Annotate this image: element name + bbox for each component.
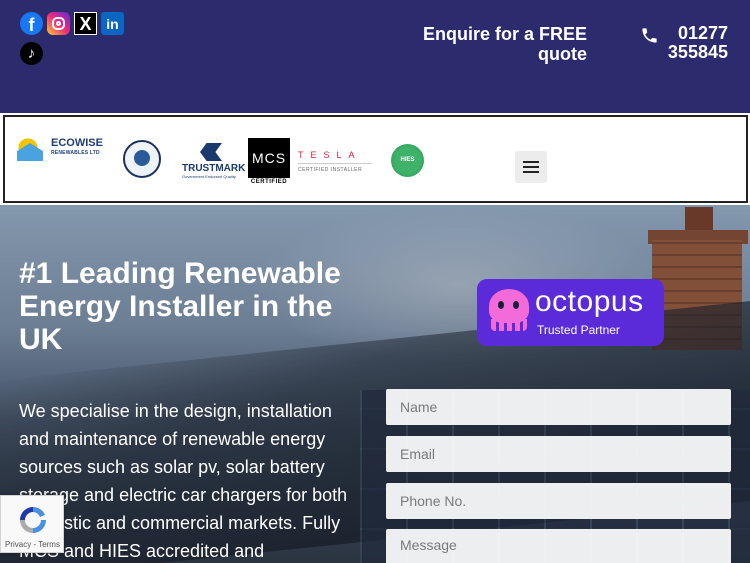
- trustmark-icon: [200, 143, 222, 161]
- recaptcha-badge[interactable]: Privacy - Terms: [0, 495, 64, 553]
- ecowise-name: ECOWISE: [51, 137, 103, 149]
- phone-line2: 355845: [667, 42, 728, 62]
- instagram-icon[interactable]: [47, 12, 70, 35]
- message-input[interactable]: [386, 529, 731, 563]
- menu-icon: [523, 161, 539, 163]
- menu-icon: [523, 166, 539, 168]
- code-confidence-logo: [123, 140, 161, 178]
- recaptcha-links[interactable]: Privacy - Terms: [5, 540, 61, 549]
- hies-logo: HIES: [391, 144, 424, 177]
- phone-input[interactable]: [386, 483, 731, 519]
- trustmark-name: TRUSTMARK: [182, 163, 246, 174]
- top-bar: f Xin ♪ Enquire for a FREE quote 01277 35…: [0, 0, 750, 113]
- enquire-line1: Enquire for a FREE: [422, 24, 587, 44]
- enquire-link[interactable]: Enquire for a FREE quote: [420, 24, 587, 64]
- menu-icon: [523, 171, 539, 173]
- ecowise-logo[interactable]: ECOWISE RENEWABLES LTD: [11, 127, 111, 167]
- name-input[interactable]: [386, 389, 731, 425]
- mcs-certified-label: CERTIFIED: [250, 179, 288, 185]
- octopus-sub: Trusted Partner: [537, 323, 620, 337]
- octopus-legs: [491, 319, 527, 331]
- social-links: f Xin ♪: [20, 12, 130, 65]
- tesla-logo: TESLA CERTIFIED INSTALLER: [298, 150, 378, 173]
- linkedin-icon[interactable]: in: [101, 12, 124, 35]
- facebook-icon[interactable]: f: [20, 12, 43, 35]
- octopus-icon: [489, 289, 529, 323]
- mcs-logo: MCS: [248, 138, 290, 178]
- trustmark-logo: TRUSTMARK Government Endorsed Quality: [182, 143, 245, 179]
- logo-bar: ECOWISE RENEWABLES LTD TRUSTMARK Governm…: [3, 115, 748, 203]
- tesla-name: TESLA: [298, 150, 362, 160]
- hero-section: #1 Leading Renewable Energy Installer in…: [0, 205, 750, 563]
- octopus-name: octopus: [535, 285, 644, 318]
- tesla-sub: CERTIFIED INSTALLER: [298, 167, 363, 173]
- tesla-divider: [298, 163, 372, 164]
- tiktok-icon[interactable]: ♪: [20, 42, 43, 65]
- recaptcha-icon: [20, 507, 46, 533]
- hero-title: #1 Leading Renewable Energy Installer in…: [19, 257, 341, 356]
- hamburger-menu-button[interactable]: [515, 151, 547, 183]
- trustmark-sub: Government Endorsed Quality: [182, 174, 236, 179]
- x-icon[interactable]: X: [74, 12, 97, 35]
- email-input[interactable]: [386, 436, 731, 472]
- phone-icon: [642, 28, 657, 43]
- octopus-badge: octopus Trusted Partner: [477, 279, 664, 346]
- enquire-line2: quote: [538, 44, 587, 64]
- ecowise-sub: RENEWABLES LTD: [51, 150, 100, 156]
- hero-text: We specialise in the design, installatio…: [19, 401, 348, 561]
- phone-link[interactable]: 01277 355845: [640, 24, 728, 62]
